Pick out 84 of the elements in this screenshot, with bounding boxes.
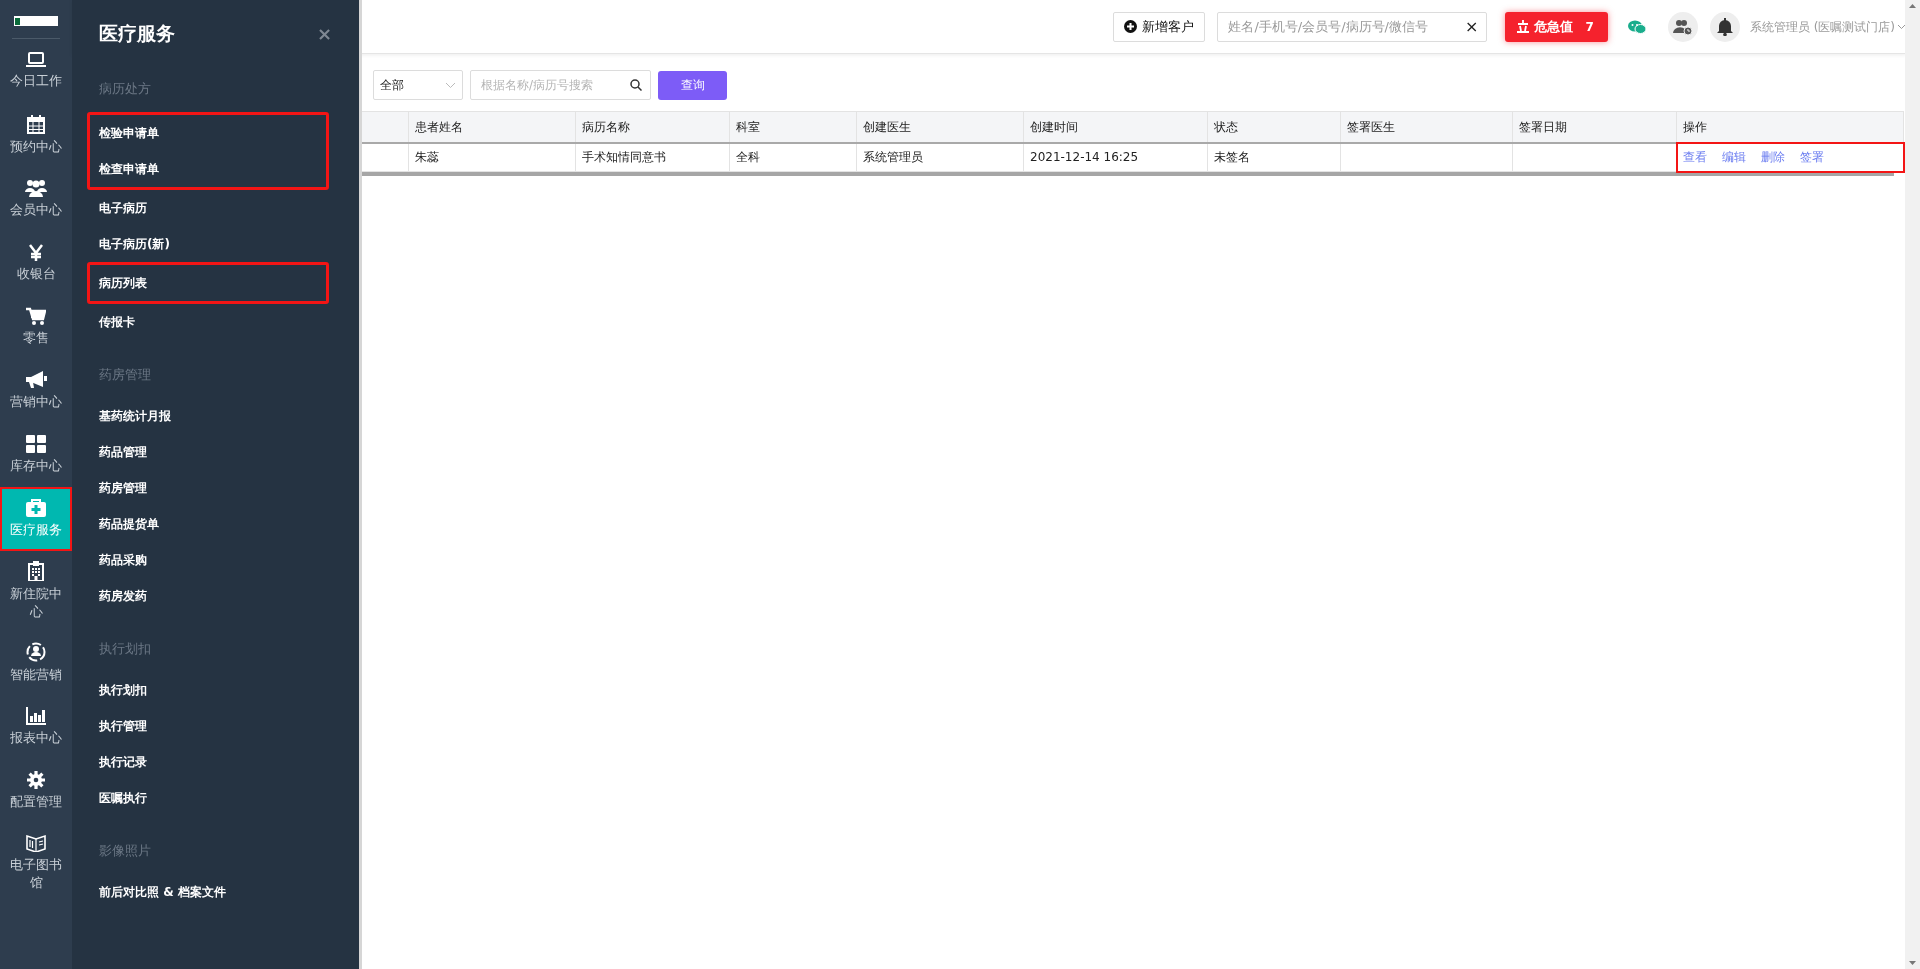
grid-icon <box>26 435 46 453</box>
table-cell: 未签名 <box>1207 142 1341 172</box>
add-customer-button[interactable]: 新增客户 <box>1113 11 1206 42</box>
column-header: 创建时间 <box>1023 111 1208 143</box>
sidebar-item[interactable]: 预约中心 <box>0 103 72 167</box>
menu-item[interactable]: 电子病历(新) <box>99 226 359 262</box>
open-book-icon <box>26 834 46 852</box>
column-header: 科室 <box>729 111 857 143</box>
column-header: 操作 <box>1676 111 1904 143</box>
laptop-icon <box>26 52 46 68</box>
sidebar-item[interactable]: 会员中心 <box>0 167 72 231</box>
menu-item[interactable]: 病历列表 <box>99 265 326 301</box>
section-heading: 病历处方 <box>99 80 152 99</box>
action-link[interactable]: 签署 <box>1800 150 1824 165</box>
table-cell: 系统管理员 <box>856 142 1024 172</box>
sidebar-item[interactable]: 配置管理 <box>0 759 72 823</box>
section-heading: 执行划扣 <box>99 640 152 659</box>
bar-chart-icon <box>26 707 46 725</box>
sidebar-item[interactable]: 营销中心 <box>0 359 72 423</box>
menu-item[interactable]: 基药统计月报 <box>99 398 359 434</box>
column-header: 病历名称 <box>575 111 730 143</box>
menu-item[interactable]: 药房管理 <box>99 470 359 506</box>
sidebar-item[interactable]: 收银台 <box>0 231 72 295</box>
cart-icon <box>26 307 46 325</box>
sidebar-item[interactable]: 今日工作 <box>0 39 72 103</box>
sidebar-item[interactable]: 新住院中心 <box>0 551 72 631</box>
person-circle-icon <box>26 642 46 662</box>
sidebar-item[interactable]: 智能营销 <box>0 631 72 695</box>
hospital-building-icon <box>28 561 44 581</box>
column-header: 创建医生 <box>856 111 1024 143</box>
action-link[interactable]: 编辑 <box>1722 150 1746 165</box>
section-heading: 药房管理 <box>99 366 152 385</box>
table-cell: 朱蕊 <box>408 142 576 172</box>
chevron-down-icon <box>445 81 456 89</box>
sidebar-item[interactable]: 零售 <box>0 295 72 359</box>
alert-icon <box>1517 20 1530 33</box>
menu-item[interactable]: 执行管理 <box>99 708 359 744</box>
users-clock-icon[interactable] <box>1667 11 1698 42</box>
filter-select[interactable]: 全部 <box>373 70 463 100</box>
menu-item[interactable]: 前后对比照 & 档案文件 <box>99 874 359 910</box>
column-header: 状态 <box>1207 111 1341 143</box>
sidebar-item[interactable]: 电子图书馆 <box>0 823 72 903</box>
menu-item[interactable]: 检查申请单 <box>99 151 326 187</box>
megaphone-icon <box>25 371 47 389</box>
column-header: 患者姓名 <box>408 111 576 143</box>
menu-item[interactable]: 传报卡 <box>99 304 359 340</box>
settings-icon <box>27 771 45 789</box>
menu-item[interactable]: 药品提货单 <box>99 506 359 542</box>
notification-bell-icon[interactable] <box>1709 11 1740 42</box>
sidebar-item[interactable]: 库存中心 <box>0 423 72 487</box>
menu-item[interactable]: 医嘱执行 <box>99 780 359 816</box>
search-icon <box>630 79 642 91</box>
critical-value-button[interactable]: 危急值 7 <box>1505 11 1608 42</box>
table-cell: 2021-12-14 16:25 <box>1023 142 1208 172</box>
logo-icon <box>14 16 58 26</box>
users-icon <box>25 179 47 197</box>
panel-title: 医疗服务 <box>99 20 175 46</box>
column-header: 签署日期 <box>1512 111 1677 143</box>
scroll-down-icon[interactable] <box>1909 961 1916 965</box>
column-header: 签署医生 <box>1340 111 1513 143</box>
medical-kit-icon <box>26 499 46 517</box>
table-cell: 手术知情同意书 <box>575 142 730 172</box>
clear-button[interactable]: × <box>1465 14 1479 39</box>
search-field[interactable]: 姓名/手机号/会员号/病历号/微信号 × <box>1217 11 1488 42</box>
sidebar-item[interactable]: 报表中心 <box>0 695 72 759</box>
close-button[interactable]: × <box>316 19 332 47</box>
menu-item[interactable]: 检验申请单 <box>99 115 326 151</box>
scroll-up-icon[interactable] <box>1909 4 1916 8</box>
menu-item[interactable]: 执行记录 <box>99 744 359 780</box>
section-heading: 影像照片 <box>99 842 152 861</box>
table-cell: 全科 <box>729 142 857 172</box>
yen-icon <box>29 243 43 261</box>
query-button[interactable]: 查询 <box>658 70 727 100</box>
menu-item[interactable]: 药品管理 <box>99 434 359 470</box>
menu-item[interactable]: 执行划扣 <box>99 672 359 708</box>
menu-item[interactable]: 药房发药 <box>99 578 359 614</box>
record-search-field[interactable]: 根据名称/病历号搜索 <box>470 70 651 100</box>
menu-item[interactable]: 电子病历 <box>99 190 359 226</box>
action-link[interactable]: 删除 <box>1761 150 1785 165</box>
action-link[interactable]: 查看 <box>1683 150 1707 165</box>
plus-icon <box>1124 20 1138 33</box>
menu-item[interactable]: 药品采购 <box>99 542 359 578</box>
vertical-scrollbar[interactable] <box>1905 0 1920 969</box>
calendar-icon <box>27 114 45 134</box>
